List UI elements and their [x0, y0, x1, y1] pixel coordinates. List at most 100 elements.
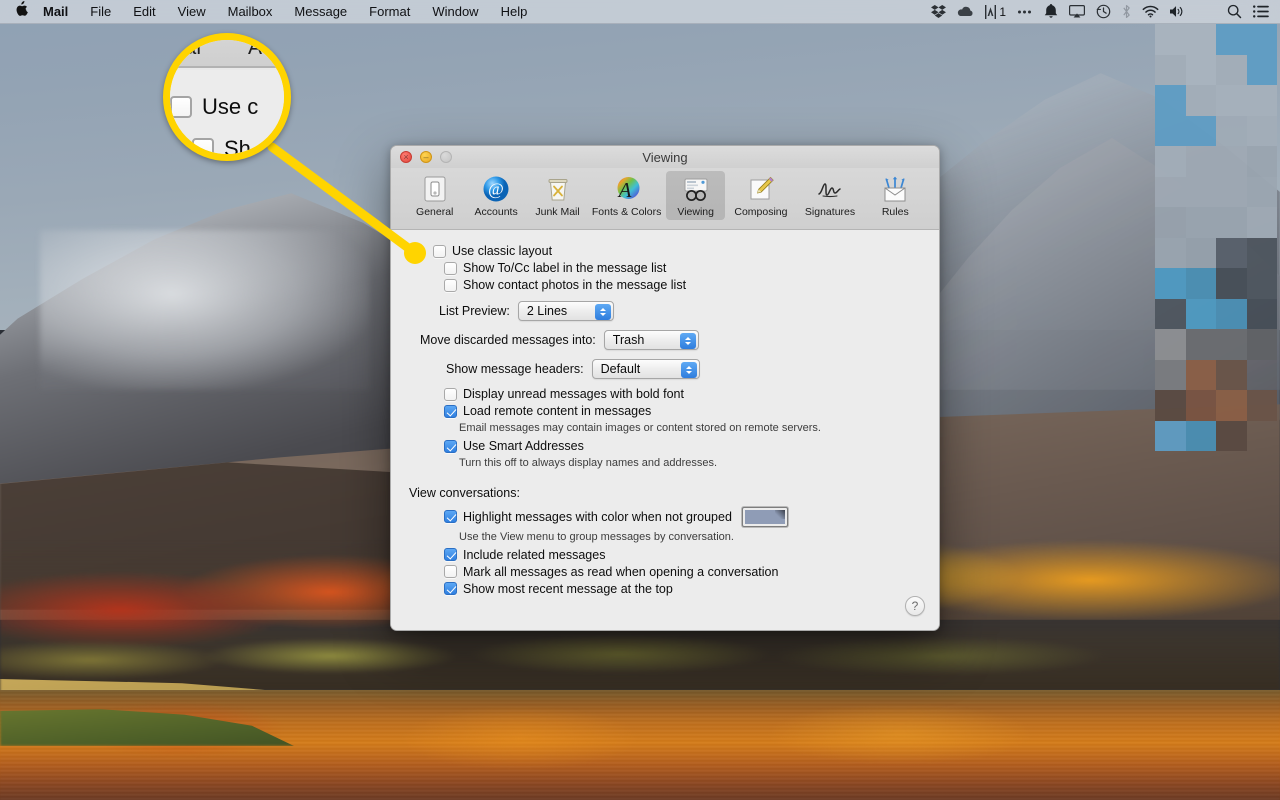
menu-item-mail[interactable]: Mail: [41, 0, 79, 24]
highlight-messages-checkbox[interactable]: [444, 510, 457, 524]
adobe-creative-cloud-icon[interactable]: 1: [985, 4, 1006, 19]
mosaic-tile: [1185, 298, 1216, 329]
checkbox-row-show-most-recent[interactable]: Show most recent message at the top: [391, 582, 939, 596]
composing-pencil-icon: [750, 176, 774, 200]
move-discarded-select[interactable]: Trash: [603, 330, 699, 350]
mosaic-tile: [1155, 207, 1186, 238]
toolbar-item-signatures[interactable]: Signatures: [796, 171, 863, 220]
show-to-cc-checkbox[interactable]: [444, 261, 457, 275]
wifi-icon[interactable]: [1142, 5, 1159, 18]
checkbox-row-use-smart-addresses[interactable]: Use Smart Addresses: [391, 439, 939, 453]
toolbar-label-rules: Rules: [881, 206, 909, 218]
show-headers-row: Show message headers: Default: [391, 359, 939, 379]
toolbar-item-composing[interactable]: Composing: [727, 171, 794, 220]
pixelated-redaction-region: [1155, 24, 1277, 482]
spotlight-search-icon[interactable]: [1227, 4, 1242, 19]
time-machine-icon[interactable]: [1096, 4, 1111, 19]
mark-all-read-checkbox[interactable]: [444, 565, 457, 579]
window-titlebar[interactable]: × – Viewing: [391, 146, 939, 168]
show-most-recent-checkbox[interactable]: [444, 582, 457, 596]
show-headers-stepper-icon[interactable]: [680, 362, 697, 378]
mosaic-tile: [1216, 207, 1247, 238]
checkbox-row-load-remote-content[interactable]: Load remote content in messages: [391, 404, 939, 418]
signatures-icon: [818, 183, 841, 197]
use-classic-layout-checkbox[interactable]: [433, 244, 446, 258]
menu-item-help[interactable]: Help: [490, 0, 539, 24]
show-headers-select[interactable]: Default: [591, 359, 700, 379]
list-preview-select[interactable]: 2 Lines: [517, 301, 614, 321]
mosaic-tile: [1216, 390, 1247, 421]
magnified-panel: Use c Sh: [170, 70, 284, 161]
close-button[interactable]: ×: [400, 151, 412, 163]
move-discarded-stepper-icon[interactable]: [679, 333, 696, 349]
toolbar-item-accounts[interactable]: @ Accounts: [466, 171, 525, 220]
magnifier-content: eral A Use c Sh: [166, 36, 284, 161]
mosaic-tile: [1246, 115, 1277, 146]
menu-item-edit[interactable]: Edit: [122, 0, 166, 24]
help-button[interactable]: ?: [905, 596, 925, 616]
magnified-row-use-classic: Use c: [170, 70, 284, 120]
volume-icon[interactable]: [1170, 5, 1186, 18]
menu-item-window[interactable]: Window: [421, 0, 489, 24]
menu-item-view[interactable]: View: [167, 0, 217, 24]
dropbox-icon[interactable]: [931, 4, 947, 19]
menu-item-format[interactable]: Format: [358, 0, 421, 24]
svg-text:A: A: [616, 178, 631, 202]
toolbar-item-rules[interactable]: Rules: [866, 171, 925, 220]
mosaic-tile: [1216, 85, 1247, 116]
mail-preferences-window: × – Viewing General @ Accounts Junk Mail…: [390, 145, 940, 631]
use-smart-addresses-checkbox[interactable]: [444, 439, 457, 453]
fonts-colors-icon: A: [616, 177, 640, 202]
mosaic-tile: [1185, 207, 1216, 238]
airplay-icon[interactable]: [1069, 5, 1085, 18]
magnified-use-classic-label: Use c: [202, 94, 259, 119]
menu-item-file[interactable]: File: [79, 0, 122, 24]
list-preview-stepper-icon[interactable]: [594, 304, 611, 320]
highlight-messages-label: Highlight messages with color when not g…: [463, 509, 732, 524]
menu-item-mailbox[interactable]: Mailbox: [217, 0, 284, 24]
toolbar-item-viewing[interactable]: Viewing: [665, 171, 726, 220]
toolbar-item-general[interactable]: General: [405, 171, 464, 220]
checkbox-row-show-to-cc[interactable]: Show To/Cc label in the message list: [391, 261, 939, 275]
mosaic-tile: [1216, 237, 1247, 268]
mosaic-tile: [1155, 176, 1186, 207]
bluetooth-icon[interactable]: [1122, 4, 1131, 19]
ellipsis-icon[interactable]: [1017, 9, 1033, 15]
notification-center-icon[interactable]: [1253, 5, 1269, 18]
move-discarded-value: Trash: [612, 333, 645, 347]
notification-bell-icon[interactable]: [1044, 4, 1058, 19]
magnified-toolbar-label-general: eral: [166, 36, 202, 59]
highlight-color-well[interactable]: [741, 506, 788, 527]
checkbox-row-mark-all-read[interactable]: Mark all messages as read when opening a…: [391, 565, 939, 579]
checkbox-row-highlight-messages[interactable]: Highlight messages with color when not g…: [391, 506, 939, 527]
mosaic-tile: [1185, 146, 1216, 177]
checkbox-row-display-unread-bold[interactable]: Display unread messages with bold font: [391, 387, 939, 401]
checkbox-row-include-related[interactable]: Include related messages: [391, 548, 939, 562]
show-headers-value: Default: [600, 362, 641, 376]
display-unread-bold-checkbox[interactable]: [444, 387, 457, 401]
mosaic-tile: [1155, 146, 1186, 177]
include-related-checkbox[interactable]: [444, 548, 457, 562]
toolbar-item-fonts-colors[interactable]: A Fonts & Colors: [589, 171, 664, 220]
rules-icon: [884, 176, 906, 202]
show-contact-photos-checkbox[interactable]: [444, 278, 457, 292]
cloud-icon[interactable]: [957, 6, 974, 18]
magnified-show-to-cc-label: Sh: [224, 136, 251, 161]
mosaic-tile: [1185, 115, 1216, 146]
show-to-cc-label: Show To/Cc label in the message list: [463, 261, 667, 275]
show-most-recent-label: Show most recent message at the top: [463, 581, 673, 596]
mosaic-tile: [1216, 268, 1247, 299]
toolbar-item-junk-mail[interactable]: Junk Mail: [528, 171, 587, 220]
checkbox-row-use-classic-layout[interactable]: Use classic layout: [391, 244, 939, 258]
general-icon: [424, 176, 446, 202]
minimize-button[interactable]: –: [420, 151, 432, 163]
checkbox-row-show-contact-photos[interactable]: Show contact photos in the message list: [391, 278, 939, 292]
menu-item-message[interactable]: Message: [283, 0, 358, 24]
mosaic-tile: [1185, 390, 1216, 421]
apple-logo-icon[interactable]: [0, 1, 41, 20]
toolbar-label-general: General: [416, 206, 454, 218]
mosaic-tile: [1246, 298, 1277, 329]
menu-bar: Mail File Edit View Mailbox Message Form…: [0, 0, 1280, 24]
load-remote-content-checkbox[interactable]: [444, 404, 457, 418]
toolbar-label-junk-mail: Junk Mail: [535, 206, 580, 218]
